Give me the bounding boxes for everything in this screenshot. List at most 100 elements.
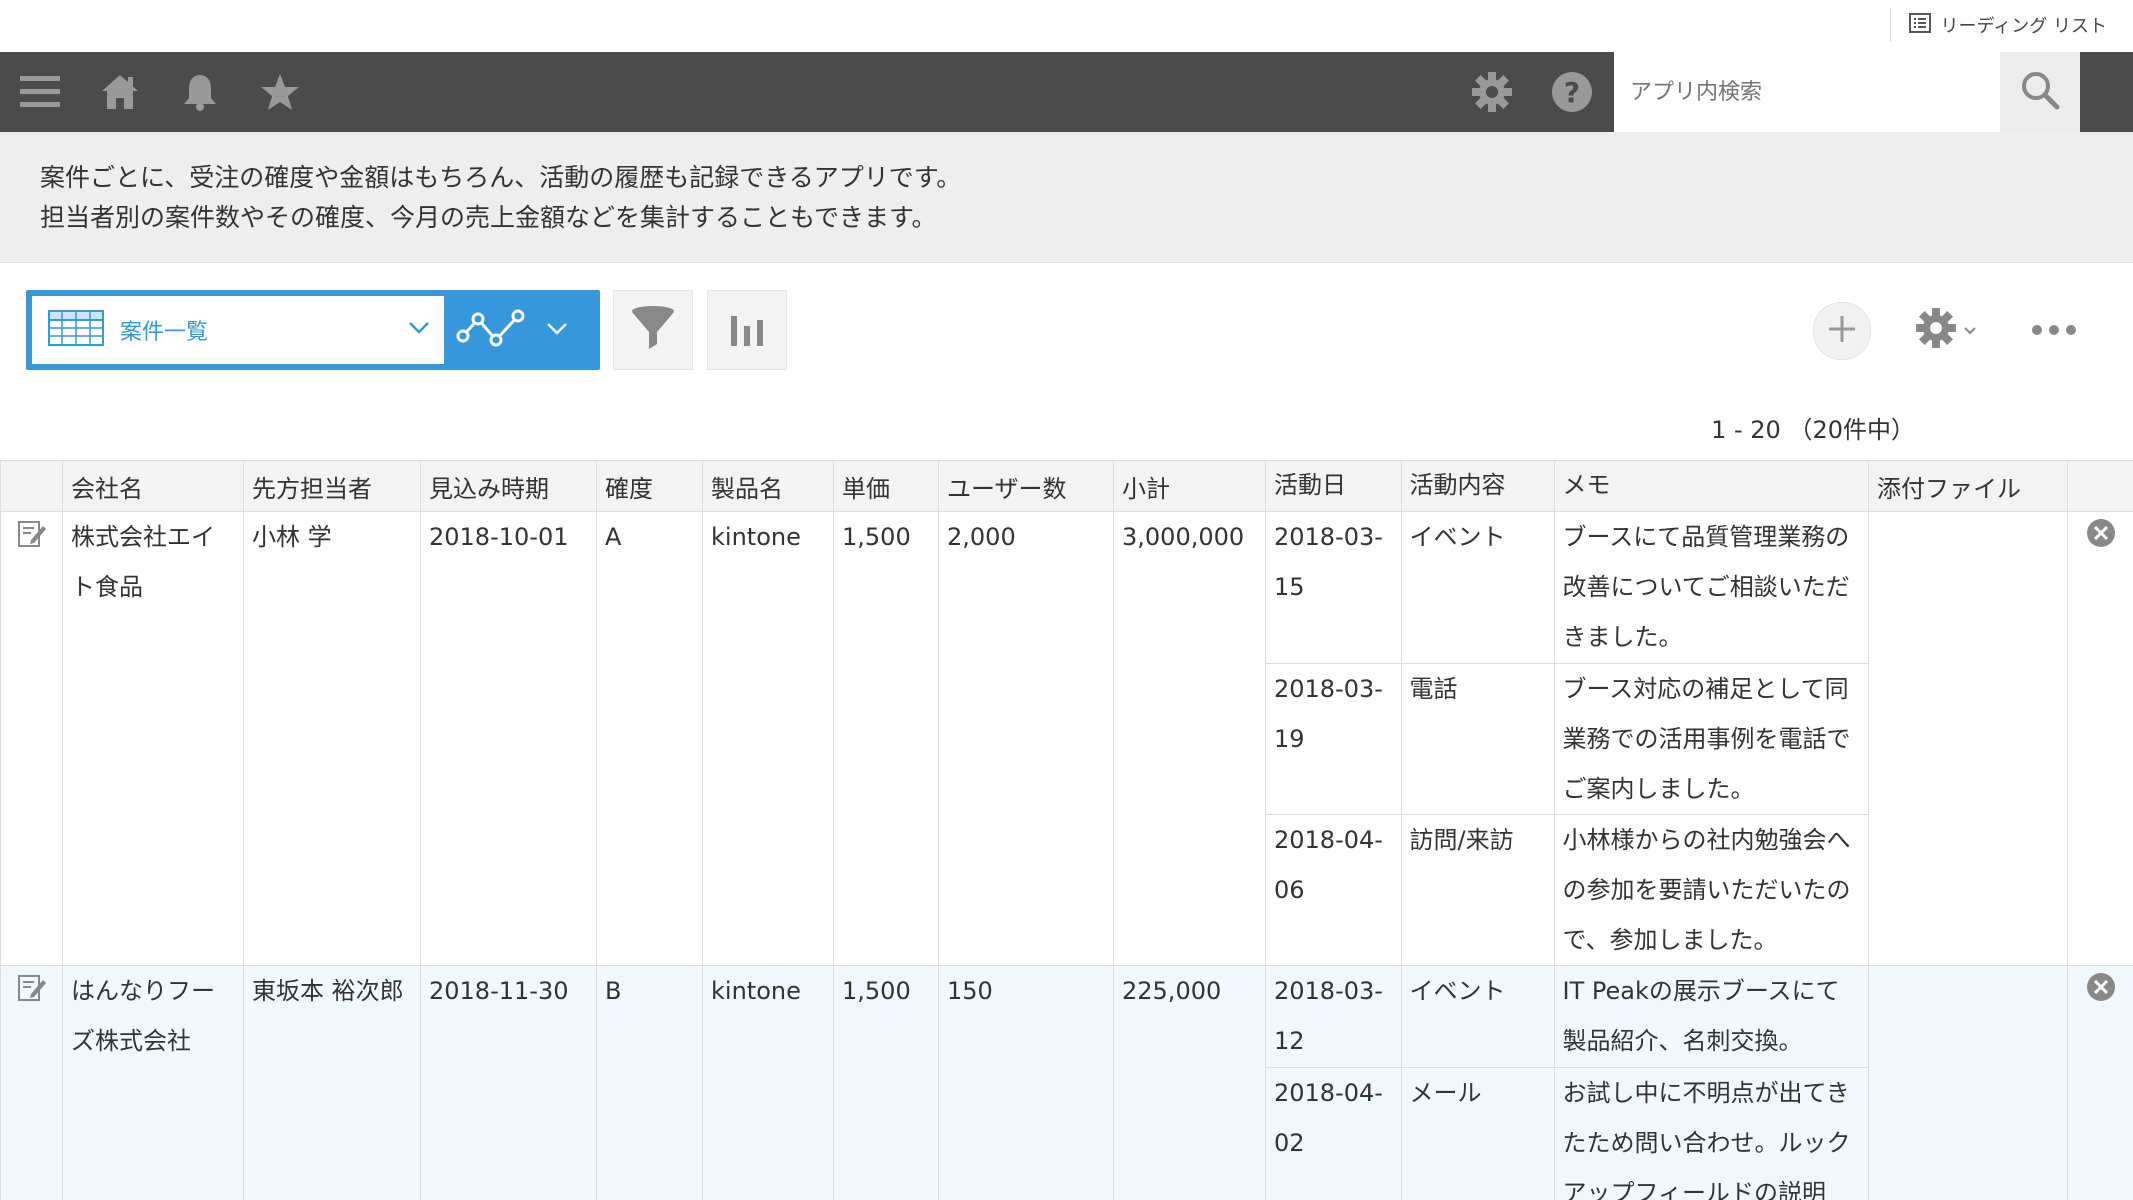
column-header[interactable]: 見込み時期 — [420, 460, 597, 512]
activity-row: 2018-03-15 イベント ブースにて品質管理業務の改善についてご相談いただ… — [1266, 512, 1869, 664]
reading-list-button[interactable]: リーディング リスト — [1889, 8, 2107, 42]
graph-view-dropdown[interactable] — [456, 306, 596, 354]
cell-activity-type: 電話 — [1400, 663, 1554, 815]
activity-row: 2018-03-12 イベント IT Peakの展示ブースにて製品紹介、名刺交換… — [1266, 966, 1869, 1068]
activity-row: 2018-04-02 メール お試し中に不明点が出てきたため問い合わせ。ルックア… — [1266, 1067, 1869, 1200]
edit-icon — [17, 975, 47, 1008]
edit-record-button[interactable] — [0, 511, 63, 966]
cell-activity-date: 2018-04-06 — [1274, 825, 1383, 904]
bell-icon[interactable] — [178, 70, 222, 114]
chevron-down-icon — [546, 321, 568, 340]
cell-activity-date: 2018-03-15 — [1266, 512, 1401, 664]
description-line-1: 案件ごとに、受注の確度や金額はもちろん、活動の履歴も記録できるアプリです。 — [40, 163, 962, 192]
column-header[interactable]: 活動内容 — [1400, 461, 1554, 511]
cell-certainty: B — [596, 965, 703, 1200]
edit-record-button[interactable] — [0, 965, 63, 1200]
cell-contact: 小林 学 — [243, 511, 421, 966]
cell-product: kintone — [702, 965, 834, 1200]
help-icon[interactable]: ? — [1550, 70, 1594, 114]
column-header[interactable]: 活動日 — [1266, 461, 1401, 511]
app-description: 案件ごとに、受注の確度や金額はもちろん、活動の履歴も記録できるアプリです。 担当… — [0, 132, 2133, 263]
column-header[interactable]: 先方担当者 — [243, 460, 421, 512]
column-header[interactable]: 単価 — [833, 460, 939, 512]
activity-subtable: 2018-03-15 イベント ブースにて品質管理業務の改善についてご相談いただ… — [1264, 511, 1870, 966]
close-icon — [2086, 973, 2116, 1008]
graph-icon — [456, 306, 526, 354]
search-button[interactable] — [2000, 52, 2080, 132]
column-header[interactable]: ユーザー数 — [938, 460, 1114, 512]
close-icon — [2086, 519, 2116, 554]
delete-record-button[interactable] — [2067, 511, 2133, 966]
home-icon[interactable] — [98, 70, 142, 114]
cell-company: 株式会社エイト食品 — [62, 511, 244, 966]
delete-record-button[interactable] — [2067, 965, 2133, 1200]
nav-bar-end — [2080, 52, 2133, 132]
app-search-input[interactable] — [1614, 52, 2000, 132]
view-name: 案件一覧 — [120, 320, 209, 345]
cell-expected: 2018-11-30 — [420, 965, 597, 1200]
cell-activity-date: 2018-04-02 — [1274, 1078, 1383, 1157]
cell-activity-type: メール — [1400, 1067, 1554, 1200]
cell-attachment — [1868, 965, 2069, 1200]
cell-activity-memo: ブース対応の補足として同業務での活用事例を電話でご案内しました。 — [1553, 663, 1869, 815]
activity-row: 2018-04-06 訪問/来訪 小林様からの社内勉強会への参加を要請いただいた… — [1266, 814, 1869, 965]
cell-users: 2,000 — [938, 511, 1114, 966]
cell-attachment — [1868, 511, 2069, 966]
cell-activity-date: 2018-03-19 — [1266, 663, 1401, 815]
graph-button[interactable] — [707, 290, 787, 370]
table-view-icon — [48, 310, 104, 350]
column-header[interactable]: 小計 — [1113, 460, 1266, 512]
star-icon[interactable] — [258, 70, 302, 114]
search-icon — [2020, 70, 2060, 114]
record-list-table: 会社名 先方担当者 見込み時期 確度 製品名 単価 ユーザー数 小計 活動日 活… — [0, 460, 2133, 1200]
column-header[interactable]: 添付ファイル — [1868, 460, 2069, 512]
cell-product: kintone — [702, 511, 834, 966]
ellipsis-icon — [2031, 321, 2077, 340]
reading-list-label: リーディング リスト — [1940, 16, 2107, 37]
header-edit-column — [0, 460, 63, 512]
settings-menu-button[interactable] — [1906, 306, 1986, 354]
subtable-header: 活動日 活動内容 メモ — [1264, 460, 1870, 512]
view-dropdown[interactable]: 案件一覧 — [32, 296, 444, 364]
cell-activity-memo: 小林様からの社内勉強会への参加を要請いただいたので、参加しました。 — [1553, 814, 1869, 965]
activity-row: 2018-03-19 電話 ブース対応の補足として同業務での活用事例を電話でご案… — [1266, 663, 1869, 815]
cell-activity-type: イベント — [1400, 966, 1554, 1068]
menu-icon[interactable] — [18, 70, 62, 114]
filter-button[interactable] — [613, 290, 693, 370]
view-selector: 案件一覧 — [26, 290, 600, 370]
cell-activity-type: 訪問/来訪 — [1400, 814, 1554, 965]
column-header[interactable]: 製品名 — [702, 460, 834, 512]
cell-activity-memo: お試し中に不明点が出てきたため問い合わせ。ルックアップフィールドの説明 — [1553, 1067, 1869, 1200]
cell-activity-memo: ブースにて品質管理業務の改善についてご相談いただきました。 — [1553, 512, 1869, 664]
bar-chart-icon — [729, 308, 765, 352]
column-header[interactable]: メモ — [1553, 461, 1869, 511]
table-row: 株式会社エイト食品 小林 学 2018-10-01 A kintone 1,50… — [0, 511, 2133, 966]
column-header[interactable]: 確度 — [596, 460, 703, 512]
edit-icon — [17, 521, 47, 554]
table-row: はんなりフーズ株式会社 東坂本 裕次郎 2018-11-30 B kintone… — [0, 965, 2133, 1200]
cell-activity-memo: IT Peakの展示ブースにて製品紹介、名刺交換。 — [1553, 966, 1869, 1068]
chevron-down-icon — [1963, 321, 1977, 340]
activity-subtable: 2018-03-12 イベント IT Peakの展示ブースにて製品紹介、名刺交換… — [1264, 965, 1870, 1200]
more-options-button[interactable] — [2026, 306, 2082, 354]
table-header-row: 会社名 先方担当者 見込み時期 確度 製品名 単価 ユーザー数 小計 活動日 活… — [0, 460, 2133, 512]
cell-activity-date: 2018-03-12 — [1266, 966, 1401, 1068]
cell-expected: 2018-10-01 — [420, 511, 597, 966]
cell-contact: 東坂本 裕次郎 — [243, 965, 421, 1200]
gear-icon — [1915, 307, 1957, 353]
add-record-button[interactable] — [1813, 302, 1871, 360]
column-header[interactable]: 会社名 — [62, 460, 244, 512]
chevron-down-icon — [408, 320, 430, 339]
gear-icon[interactable] — [1470, 70, 1514, 114]
cell-users: 150 — [938, 965, 1114, 1200]
cell-subtotal: 225,000 — [1113, 965, 1266, 1200]
reading-list-icon — [1908, 12, 1931, 38]
plus-icon — [1827, 314, 1857, 348]
cell-unit-price: 1,500 — [833, 511, 939, 966]
description-line-2: 担当者別の案件数やその確度、今月の売上金額などを集計することもできます。 — [40, 203, 937, 232]
pagination-info: 1 - 20 （20件中） — [1711, 416, 1915, 444]
svg-text:?: ? — [1564, 76, 1580, 109]
header-delete-column — [2067, 460, 2133, 512]
browser-top-strip: リーディング リスト — [0, 0, 2133, 52]
cell-unit-price: 1,500 — [833, 965, 939, 1200]
